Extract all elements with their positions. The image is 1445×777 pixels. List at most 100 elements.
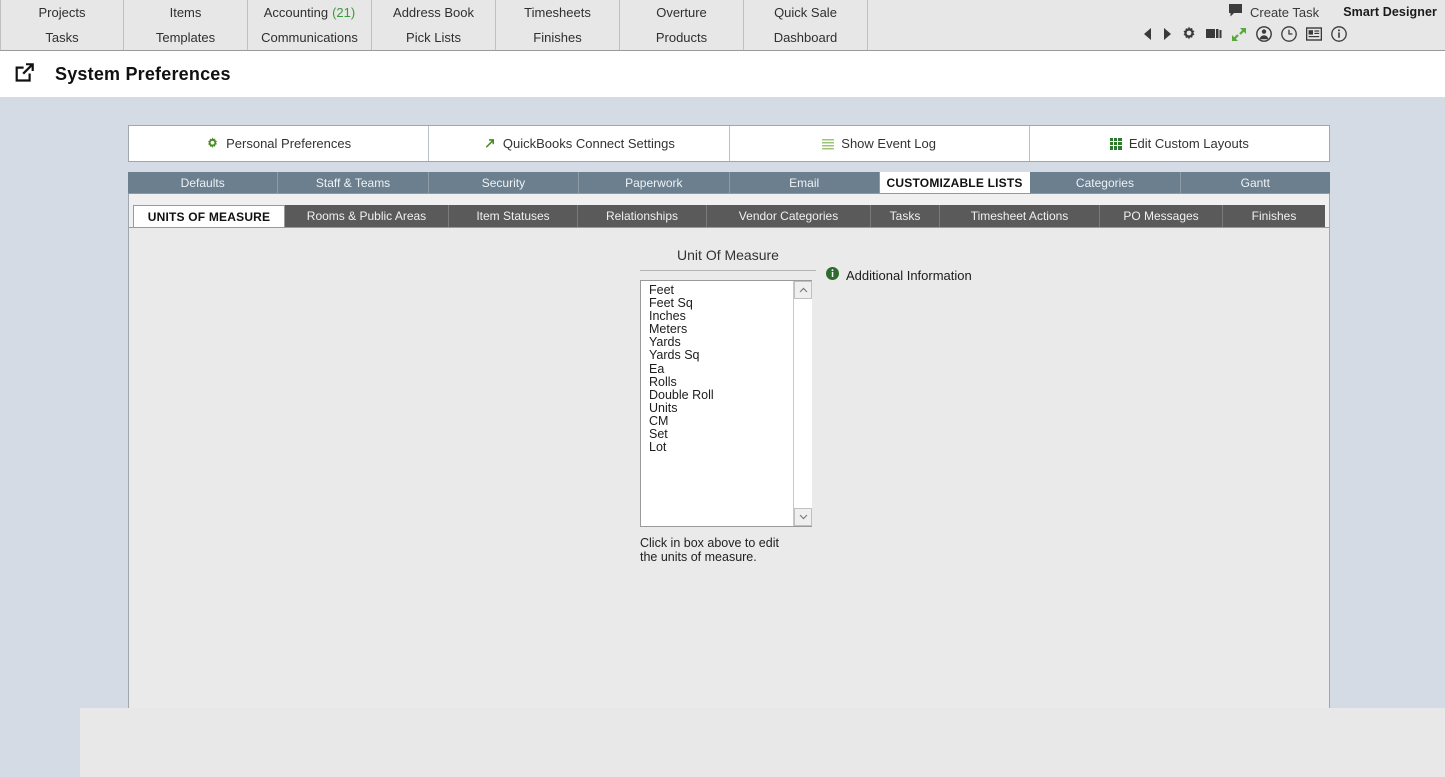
subtab-item-statuses[interactable]: Item Statuses (449, 205, 578, 227)
nav-icon-bar (1143, 26, 1347, 45)
diagonal-arrow-icon (483, 137, 496, 150)
nav-item-label: Projects (38, 5, 86, 20)
subtab-label: UNITS OF MEASURE (147, 209, 271, 224)
subtab-label: Relationships (605, 209, 679, 223)
info-icon[interactable] (1331, 26, 1347, 45)
sub-tab-wrapper: UNITS OF MEASURE Rooms & Public Areas Item… (129, 194, 1329, 227)
tab-label: Paperwork (625, 175, 683, 190)
additional-information-link[interactable]: Additional Information (826, 267, 972, 283)
tab-label: Security (481, 175, 526, 190)
action-button-label: Edit Custom Layouts (1128, 136, 1249, 151)
external-link-icon[interactable] (14, 62, 35, 86)
subtab-po-messages[interactable]: PO Messages (1100, 205, 1223, 227)
list-lines-icon (822, 138, 835, 150)
action-edit-custom-layouts-button[interactable]: Edit Custom Layouts (1029, 126, 1329, 161)
tab-customizable-lists[interactable]: CUSTOMIZABLE LISTS (879, 172, 1031, 193)
top-navigation-bar: Projects Items Accounting (21) Address Book T… (0, 0, 1445, 51)
chevron-up-icon[interactable] (794, 281, 812, 299)
layers-icon[interactable] (1206, 27, 1222, 44)
preferences-panel: Personal Preferences QuickBooks Connect S… (128, 125, 1330, 762)
person-icon[interactable] (1256, 26, 1272, 45)
action-button-row: Personal Preferences QuickBooks Connect S… (128, 125, 1330, 162)
subtab-vendor-categories[interactable]: Vendor Categories (707, 205, 871, 227)
page-title: System Preferences (55, 63, 231, 84)
chevron-down-icon[interactable] (794, 508, 812, 526)
nav-item-address-book[interactable]: Address Book (372, 0, 496, 25)
back-arrow-icon[interactable] (1143, 27, 1153, 44)
nav-item-label: Timesheets (524, 5, 591, 20)
forward-arrow-icon[interactable] (1162, 27, 1172, 44)
page-header: System Preferences (0, 51, 1445, 97)
tab-label: Staff & Teams (315, 175, 391, 190)
nav-right-cluster: Create Task Smart Designer (1100, 0, 1445, 51)
action-quickbooks-connect-settings-button[interactable]: QuickBooks Connect Settings (429, 126, 730, 161)
list-hint-line1: Click in box above to edit (640, 536, 779, 550)
tab-content-panel: UNITS OF MEASURE Rooms & Public Areas Item… (128, 194, 1330, 762)
listbox-scrollbar[interactable] (793, 281, 812, 526)
units-of-measure-panel: Unit Of Measure Feet Feet Sq Inches Meters Y… (129, 227, 1329, 751)
nav-item-pick-lists[interactable]: Pick Lists (372, 25, 496, 50)
clock-icon[interactable] (1281, 26, 1297, 45)
tab-email[interactable]: Email (729, 172, 880, 193)
unit-of-measure-listbox[interactable]: Feet Feet Sq Inches Meters Yards Yards Sq Ea Ro… (640, 280, 812, 527)
list-item[interactable]: Lot (641, 441, 792, 454)
action-button-label: Personal Preferences (226, 136, 352, 151)
nav-item-accounting[interactable]: Accounting (21) (248, 0, 372, 25)
action-button-label: QuickBooks Connect Settings (502, 136, 675, 151)
subtab-relationships[interactable]: Relationships (578, 205, 707, 227)
subtab-label: Tasks (889, 209, 921, 223)
nav-item-projects[interactable]: Projects (0, 0, 124, 25)
nav-item-label: Items (169, 5, 202, 20)
tab-security[interactable]: Security (428, 172, 580, 193)
tab-categories[interactable]: Categories (1030, 172, 1181, 193)
info-circle-icon (826, 267, 839, 283)
tab-defaults[interactable]: Defaults (128, 172, 279, 193)
subtab-timesheet-actions[interactable]: Timesheet Actions (940, 205, 1100, 227)
id-card-icon[interactable] (1305, 27, 1323, 44)
list-item[interactable]: Units (641, 401, 792, 415)
nav-item-overture[interactable]: Overture (620, 0, 744, 25)
subtab-tasks[interactable]: Tasks (871, 205, 940, 227)
gear-icon[interactable] (1181, 26, 1197, 45)
nav-item-label: Quick Sale (774, 5, 837, 20)
subtab-units-of-measure[interactable]: UNITS OF MEASURE (133, 205, 285, 227)
scrollbar-track[interactable] (794, 299, 812, 508)
footer-left-fill (0, 708, 80, 777)
nav-item-count: (21) (332, 5, 356, 20)
sub-tab-strip: UNITS OF MEASURE Rooms & Public Areas Item… (133, 205, 1325, 227)
nav-item-communications[interactable]: Communications (248, 25, 372, 50)
nav-item-label: Accounting (263, 5, 329, 20)
nav-item-quick-sale[interactable]: Quick Sale (744, 0, 868, 25)
create-task-button[interactable]: Create Task (1228, 4, 1319, 20)
nav-item-templates[interactable]: Templates (124, 25, 248, 50)
action-personal-preferences-button[interactable]: Personal Preferences (129, 126, 430, 161)
nav-item-dashboard[interactable]: Dashboard (744, 25, 868, 50)
action-show-event-log-button[interactable]: Show Event Log (729, 126, 1030, 161)
nav-item-label: Finishes (533, 30, 582, 45)
subtab-label: Item Statuses (476, 209, 550, 223)
tab-paperwork[interactable]: Paperwork (579, 172, 730, 193)
list-item[interactable]: Yards Sq (641, 349, 792, 362)
nav-item-label: Products (655, 30, 708, 45)
tab-gantt[interactable]: Gantt (1180, 172, 1330, 193)
subtab-finishes[interactable]: Finishes (1223, 205, 1325, 227)
nav-item-label: Tasks (45, 30, 79, 45)
list-item[interactable]: Ea (641, 362, 792, 376)
action-button-label: Show Event Log (841, 136, 936, 151)
page-body: Personal Preferences QuickBooks Connect S… (0, 97, 1445, 777)
nav-item-products[interactable]: Products (620, 25, 744, 50)
grid-icon (1109, 137, 1122, 150)
nav-item-timesheets[interactable]: Timesheets (496, 0, 620, 25)
nav-item-tasks[interactable]: Tasks (0, 25, 124, 50)
subtab-rooms-public-areas[interactable]: Rooms & Public Areas (285, 205, 449, 227)
nav-item-finishes[interactable]: Finishes (496, 25, 620, 50)
create-task-label: Create Task (1250, 4, 1320, 20)
list-item[interactable]: Rolls (641, 375, 792, 389)
expand-arrows-icon[interactable] (1231, 27, 1247, 45)
list-title: Unit Of Measure (640, 247, 816, 271)
unit-of-measure-items[interactable]: Feet Feet Sq Inches Meters Yards Yards Sq Ea Ro… (641, 284, 792, 526)
list-item[interactable]: Double Roll (641, 388, 792, 402)
nav-item-items[interactable]: Items (124, 0, 248, 25)
tab-staff-teams[interactable]: Staff & Teams (278, 172, 429, 193)
nav-item-label: Communications (261, 30, 358, 45)
